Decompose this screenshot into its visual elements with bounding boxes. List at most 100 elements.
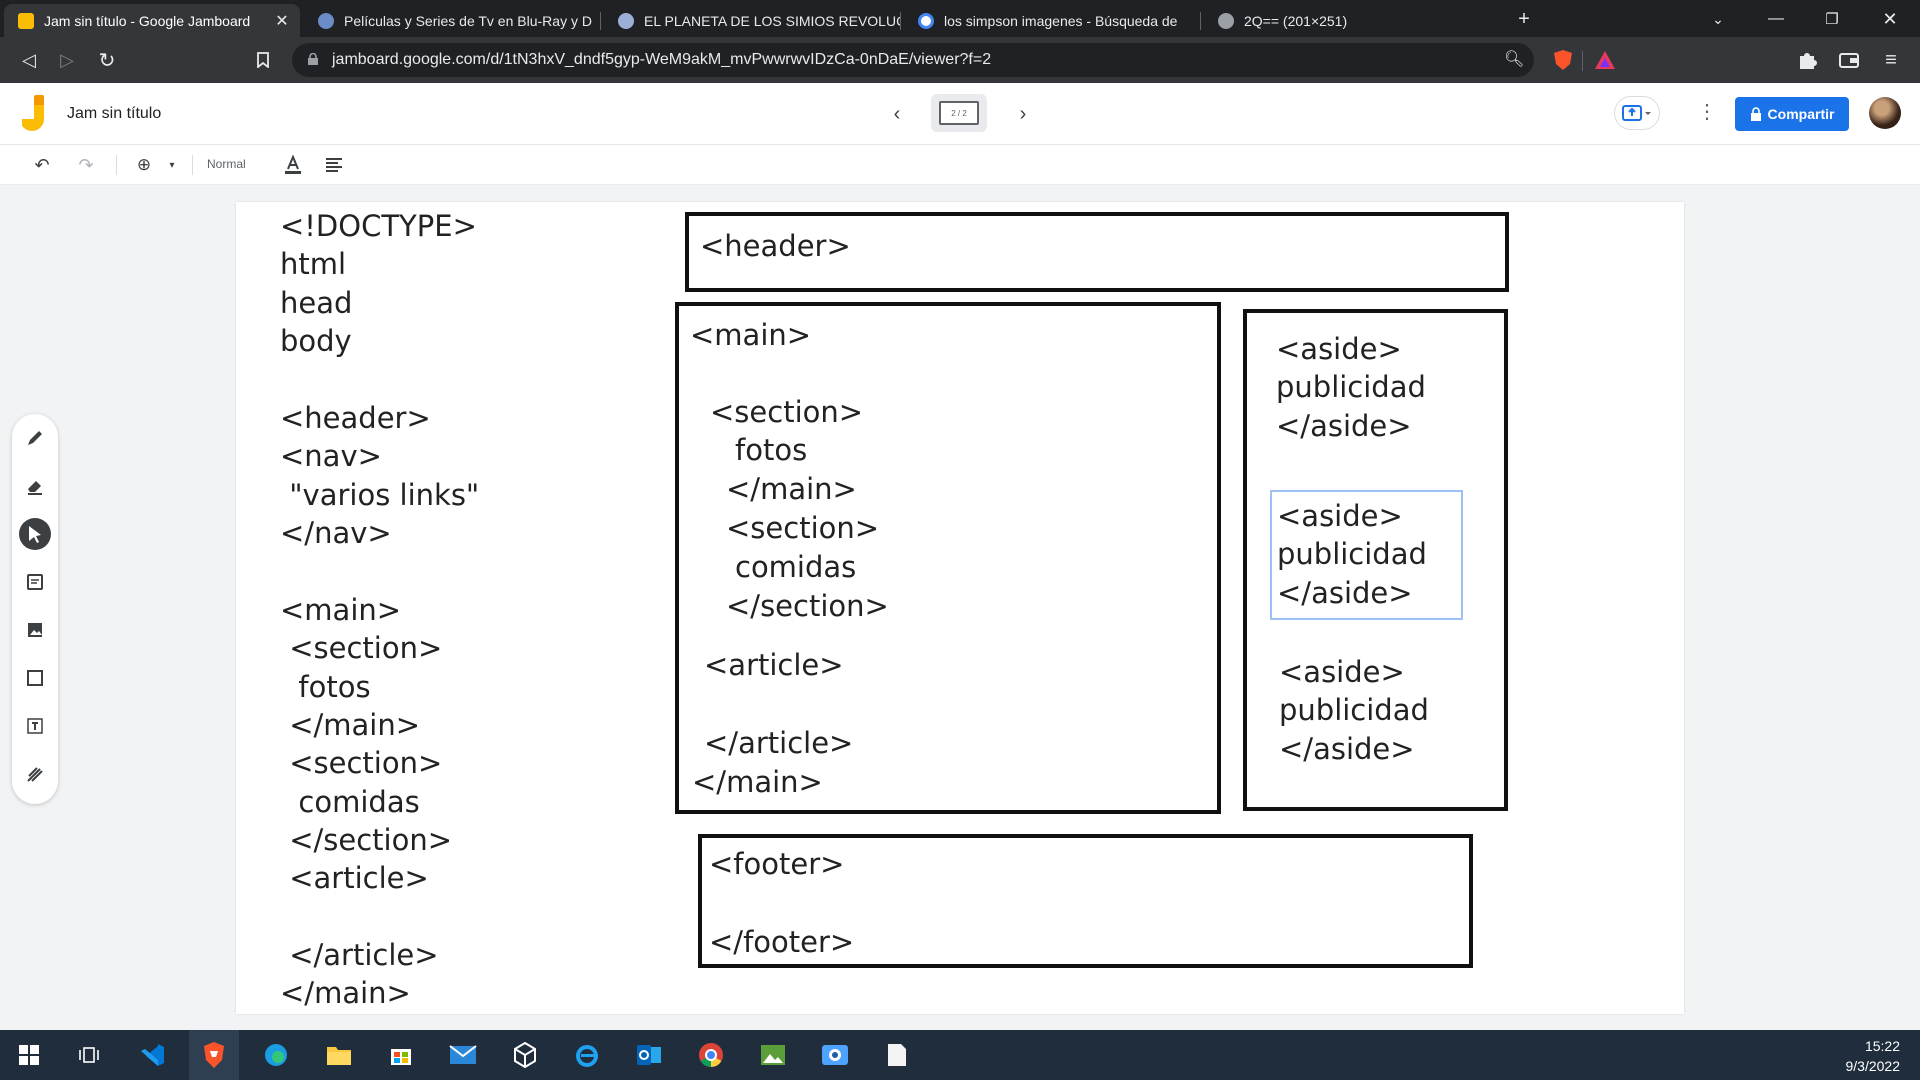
extensions-icon[interactable] xyxy=(1796,49,1818,71)
tab-simpson[interactable]: los simpson imagenes - Búsqueda de xyxy=(904,4,1200,37)
more-options-icon[interactable]: ⋮ xyxy=(1697,99,1717,124)
windows-start-icon[interactable] xyxy=(14,1040,44,1070)
browser-toolbar: ◁ ▷ ↻ jamboard.google.com/d/1tN3hxV_dndf… xyxy=(0,37,1920,83)
outlook-icon[interactable] xyxy=(634,1040,664,1070)
jamboard-logo[interactable] xyxy=(22,95,48,133)
tab-search-icon[interactable]: ⌄ xyxy=(1702,4,1734,34)
outline-line: <main> xyxy=(280,593,402,627)
select-icon[interactable] xyxy=(19,518,51,550)
google-icon xyxy=(918,12,934,29)
laser-icon[interactable] xyxy=(19,758,51,790)
tab-peliculas[interactable]: Películas y Series de Tv en Blu-Ray y D xyxy=(304,4,600,37)
tab-title: EL PLANETA DE LOS SIMIOS REVOLUC xyxy=(644,12,900,29)
forward-icon[interactable]: ▷ xyxy=(52,45,82,75)
restore-icon[interactable]: ❐ xyxy=(1814,4,1850,34)
address-bar[interactable]: jamboard.google.com/d/1tN3hxV_dndf5gyp-W… xyxy=(292,43,1534,77)
chevron-down-icon[interactable]: ▾ xyxy=(164,153,180,177)
previous-frame-icon[interactable]: ‹ xyxy=(884,101,910,127)
zoom-icon[interactable]: 🔍︎ xyxy=(1504,49,1524,69)
header-box-label: <header> xyxy=(700,229,851,263)
brave-rewards-icon[interactable] xyxy=(1594,49,1616,71)
reload-icon[interactable]: ↻ xyxy=(92,45,122,75)
close-tab-icon[interactable]: ✕ xyxy=(274,11,290,31)
jamboard-header: Jam sin título ‹ 2 / 2 › ⋮ Compartir xyxy=(0,83,1920,145)
footer-close: </footer> xyxy=(709,925,855,959)
zoom-icon[interactable]: ⊕ xyxy=(132,153,156,177)
outline-line: </section> xyxy=(280,823,453,857)
frame-bar-button[interactable]: 2 / 2 xyxy=(931,94,987,132)
new-tab-button[interactable]: + xyxy=(1508,4,1540,34)
text-color-icon[interactable] xyxy=(282,153,304,177)
section2-text: comidas xyxy=(735,550,857,584)
text-align-icon[interactable] xyxy=(323,153,345,177)
drawing-tools-panel xyxy=(12,414,58,804)
tab-planeta[interactable]: EL PLANETA DE LOS SIMIOS REVOLUC xyxy=(604,4,900,37)
text-box-icon[interactable] xyxy=(19,710,51,742)
tab-title: 2Q== (201×251) xyxy=(1244,12,1348,29)
text-style-dropdown[interactable]: Normal xyxy=(207,157,246,171)
eraser-icon[interactable] xyxy=(19,470,51,502)
section2-open: <section> xyxy=(726,511,880,545)
lock-icon xyxy=(1750,107,1761,121)
tab-separator xyxy=(600,12,601,30)
ie-icon[interactable] xyxy=(572,1040,602,1070)
mail-icon[interactable] xyxy=(448,1040,478,1070)
tab-separator xyxy=(1200,12,1201,30)
next-frame-icon[interactable]: › xyxy=(1010,101,1036,127)
browser-menu-icon[interactable]: ≡ xyxy=(1876,45,1906,75)
photos-icon[interactable] xyxy=(758,1040,788,1070)
camera-icon[interactable] xyxy=(820,1040,850,1070)
store-icon[interactable] xyxy=(386,1040,416,1070)
bookmark-icon[interactable] xyxy=(248,45,278,75)
lock-icon xyxy=(308,53,318,65)
jam-title[interactable]: Jam sin título xyxy=(67,105,161,123)
main-close: </main> xyxy=(692,765,823,799)
system-clock[interactable]: 15:22 9/3/2022 xyxy=(1820,1036,1901,1076)
file-explorer-icon[interactable] xyxy=(324,1040,354,1070)
image-icon[interactable] xyxy=(19,614,51,646)
notepad-icon[interactable] xyxy=(882,1040,912,1070)
cube-icon[interactable] xyxy=(510,1040,540,1070)
outline-line: <article> xyxy=(280,861,429,895)
aside-open: <aside> xyxy=(1279,655,1405,689)
task-view-icon[interactable] xyxy=(74,1040,104,1070)
outline-line: </article> xyxy=(280,938,439,972)
tab-jamboard[interactable]: Jam sin título - Google Jamboard ✕ xyxy=(4,4,300,37)
chrome-icon[interactable] xyxy=(696,1040,726,1070)
shape-icon[interactable] xyxy=(19,662,51,694)
article-close: </article> xyxy=(704,726,854,760)
globe-icon xyxy=(318,12,334,29)
main-open: <main> xyxy=(690,318,812,352)
section2-close: </section> xyxy=(726,589,889,623)
section1-open: <section> xyxy=(710,395,864,429)
aside-close: </aside> xyxy=(1276,409,1412,443)
brave-icon[interactable] xyxy=(199,1040,229,1070)
sticky-note-icon[interactable] xyxy=(19,566,51,598)
outline-line: <header> xyxy=(280,401,431,435)
aside-text: publicidad xyxy=(1276,370,1426,404)
brave-shield-icon[interactable] xyxy=(1552,49,1574,71)
toolbar-separator xyxy=(1582,51,1583,71)
undo-icon[interactable]: ↶ xyxy=(30,153,54,177)
edge-icon[interactable] xyxy=(261,1040,291,1070)
share-button[interactable]: Compartir xyxy=(1735,97,1849,131)
redo-icon[interactable]: ↷ xyxy=(74,153,98,177)
pen-icon[interactable] xyxy=(19,422,51,454)
wallet-icon[interactable] xyxy=(1838,49,1860,71)
avatar[interactable] xyxy=(1869,97,1901,129)
vscode-icon[interactable] xyxy=(137,1040,167,1070)
present-button[interactable] xyxy=(1614,96,1660,130)
outline-line: head xyxy=(280,286,353,320)
outline-line: </nav> xyxy=(280,516,392,550)
outline-line: </main> xyxy=(280,976,411,1010)
aside-text: publicidad xyxy=(1279,693,1429,727)
close-window-icon[interactable]: ✕ xyxy=(1872,4,1908,34)
outline-line: <section> xyxy=(280,631,443,665)
outline-line: "varios links" xyxy=(280,478,480,512)
tab-image[interactable]: 2Q== (201×251) xyxy=(1204,4,1500,37)
toolbar-separator xyxy=(192,155,193,175)
planet-icon xyxy=(618,12,634,29)
back-icon[interactable]: ◁ xyxy=(14,45,44,75)
aside-close: </aside> xyxy=(1277,576,1413,610)
minimize-icon[interactable]: — xyxy=(1758,4,1794,34)
